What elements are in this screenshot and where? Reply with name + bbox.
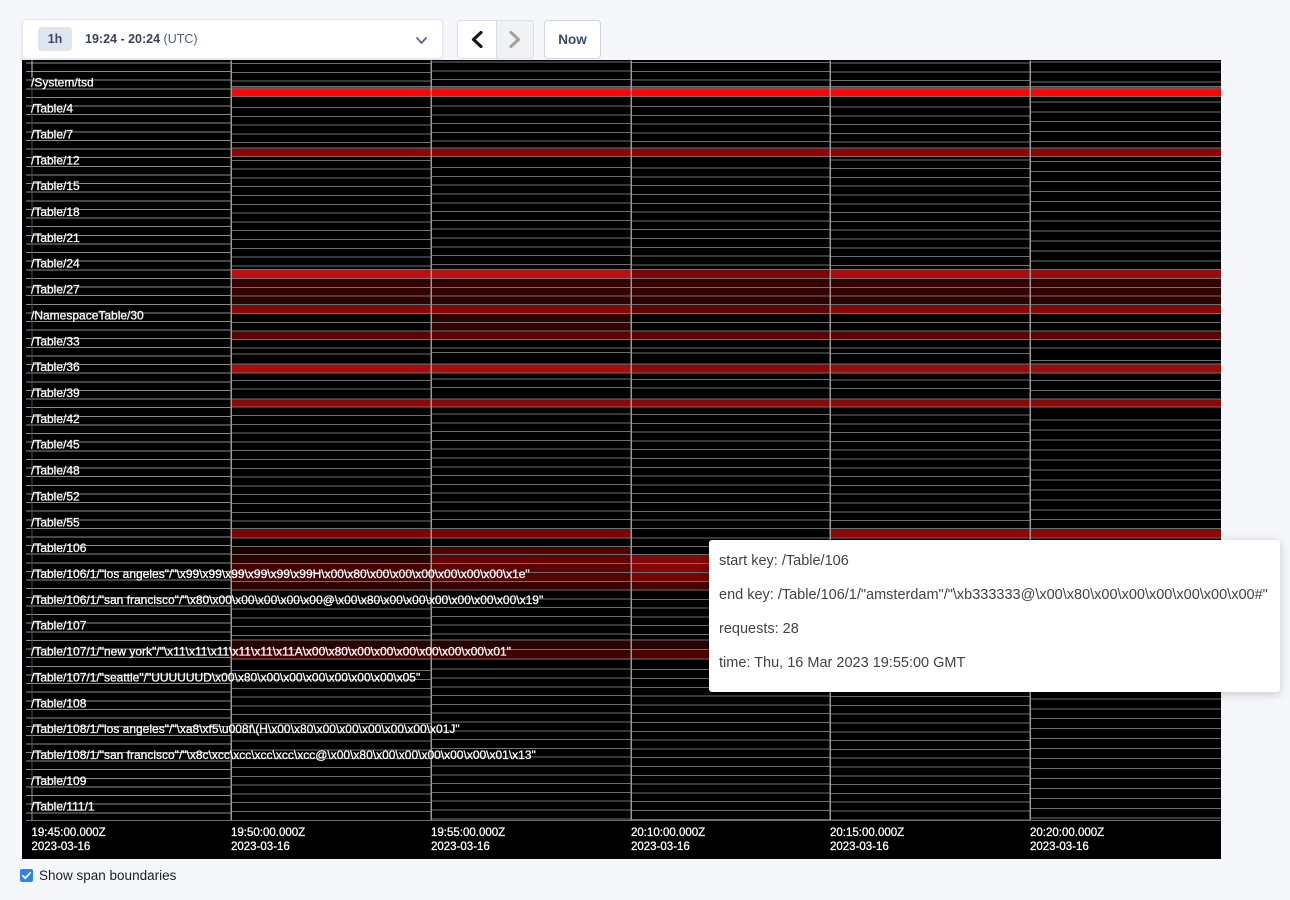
svg-text:/Table/48: /Table/48 <box>31 464 80 478</box>
svg-text:/Table/18: /Table/18 <box>31 205 80 219</box>
svg-text:19:50:00.000Z: 19:50:00.000Z <box>231 827 305 839</box>
svg-text:/Table/39: /Table/39 <box>31 386 80 400</box>
svg-text:/Table/4: /Table/4 <box>31 102 73 116</box>
svg-text:2023-03-16: 2023-03-16 <box>431 841 490 853</box>
svg-text:/System/tsd: /System/tsd <box>31 76 94 90</box>
svg-text:/Table/106/1/"los angeles"/"\x: /Table/106/1/"los angeles"/"\x99\x99\x99… <box>31 567 530 581</box>
svg-text:/Table/106/1/"san francisco"/": /Table/106/1/"san francisco"/"\x80\x00\x… <box>31 593 543 607</box>
svg-text:/Table/24: /Table/24 <box>31 257 80 271</box>
svg-text:/Table/52: /Table/52 <box>31 489 80 503</box>
svg-text:2023-03-16: 2023-03-16 <box>631 841 690 853</box>
svg-text:2023-03-16: 2023-03-16 <box>1030 841 1089 853</box>
svg-text:/Table/12: /Table/12 <box>31 153 80 167</box>
svg-text:20:10:00.000Z: 20:10:00.000Z <box>631 827 705 839</box>
svg-text:19:45:00.000Z: 19:45:00.000Z <box>32 827 106 839</box>
svg-text:/Table/45: /Table/45 <box>31 438 80 452</box>
svg-text:/Table/107/1/"seattle"/"UUUUUU: /Table/107/1/"seattle"/"UUUUUUD\x00\x80\… <box>31 670 420 684</box>
svg-text:/Table/7: /Table/7 <box>31 127 73 141</box>
svg-text:/Table/36: /Table/36 <box>31 360 80 374</box>
svg-text:/Table/108: /Table/108 <box>31 696 87 710</box>
svg-text:/Table/109: /Table/109 <box>31 774 87 788</box>
svg-text:/Table/33: /Table/33 <box>31 334 80 348</box>
svg-text:2023-03-16: 2023-03-16 <box>830 841 889 853</box>
svg-text:/NamespaceTable/30: /NamespaceTable/30 <box>31 308 144 322</box>
svg-text:19:55:00.000Z: 19:55:00.000Z <box>431 827 505 839</box>
svg-text:2023-03-16: 2023-03-16 <box>231 841 290 853</box>
svg-text:20:15:00.000Z: 20:15:00.000Z <box>830 827 904 839</box>
svg-text:/Table/107: /Table/107 <box>31 619 87 633</box>
svg-text:/Table/106: /Table/106 <box>31 541 87 555</box>
svg-text:/Table/42: /Table/42 <box>31 412 80 426</box>
svg-text:/Table/15: /Table/15 <box>31 179 80 193</box>
svg-text:/Table/107/1/"new york"/"\x11\: /Table/107/1/"new york"/"\x11\x11\x11\x1… <box>31 645 511 659</box>
svg-text:20:20:00.000Z: 20:20:00.000Z <box>1030 827 1104 839</box>
svg-text:/Table/27: /Table/27 <box>31 283 80 297</box>
svg-text:/Table/21: /Table/21 <box>31 231 80 245</box>
svg-text:/Table/108/1/"san francisco"/": /Table/108/1/"san francisco"/"\x8c\xcc\x… <box>31 748 536 762</box>
svg-text:/Table/108/1/"los angeles"/"\x: /Table/108/1/"los angeles"/"\xa8\xf5\u00… <box>31 722 460 736</box>
svg-text:/Table/111/1: /Table/111/1 <box>31 800 95 814</box>
svg-text:2023-03-16: 2023-03-16 <box>32 841 91 853</box>
svg-text:/Table/55: /Table/55 <box>31 515 80 529</box>
